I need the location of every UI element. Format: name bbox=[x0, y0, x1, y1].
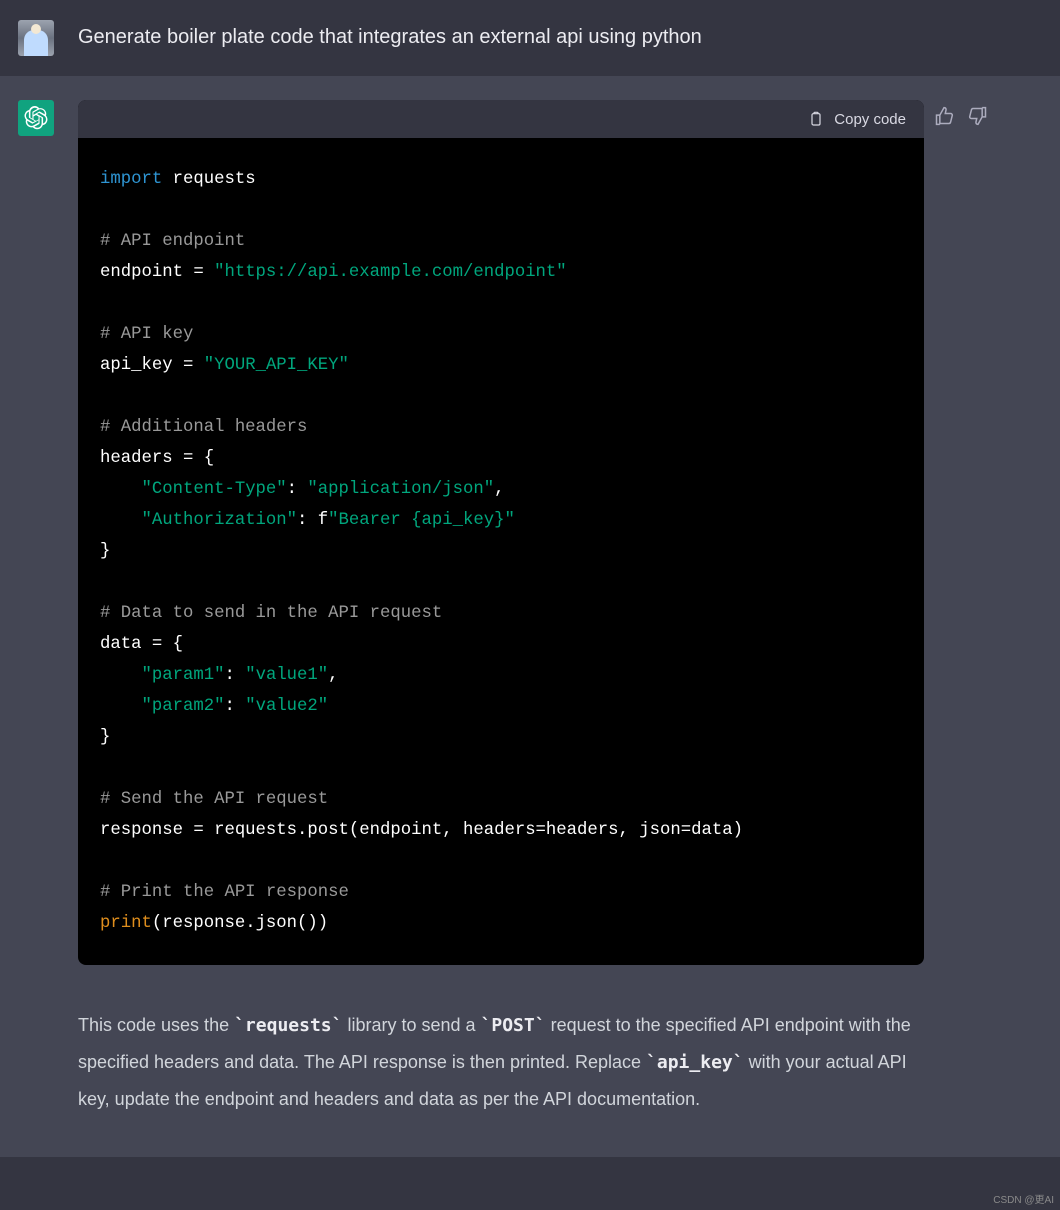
thumbs-down-button[interactable] bbox=[968, 106, 988, 131]
code-block: Copy code import requests # API endpoint… bbox=[78, 100, 924, 965]
watermark: CSDN @更AI bbox=[993, 1191, 1054, 1206]
inline-code: `requests` bbox=[234, 1015, 342, 1036]
thumbs-up-icon bbox=[934, 106, 954, 126]
explanation-text: This code uses the `requests` library to… bbox=[78, 1007, 924, 1117]
copy-code-label: Copy code bbox=[834, 111, 906, 128]
user-message-content: Generate boiler plate code that integrat… bbox=[78, 20, 1042, 56]
user-message-text: Generate boiler plate code that integrat… bbox=[78, 20, 1042, 50]
clipboard-icon bbox=[808, 110, 824, 128]
assistant-message-row: Copy code import requests # API endpoint… bbox=[0, 76, 1060, 1157]
openai-logo-icon bbox=[24, 106, 48, 130]
code-block-header: Copy code bbox=[78, 100, 924, 138]
thumbs-up-button[interactable] bbox=[934, 106, 954, 131]
inline-code: `api_key` bbox=[646, 1052, 744, 1073]
thumbs-down-icon bbox=[968, 106, 988, 126]
user-avatar bbox=[18, 20, 54, 56]
code-pre[interactable]: import requests # API endpoint endpoint … bbox=[78, 138, 924, 965]
inline-code: `POST` bbox=[481, 1015, 546, 1036]
feedback-buttons bbox=[934, 106, 988, 131]
copy-code-button[interactable]: Copy code bbox=[808, 110, 906, 128]
assistant-message-content: Copy code import requests # API endpoint… bbox=[78, 100, 924, 1117]
assistant-avatar bbox=[18, 100, 54, 136]
user-message-row: Generate boiler plate code that integrat… bbox=[0, 0, 1060, 76]
